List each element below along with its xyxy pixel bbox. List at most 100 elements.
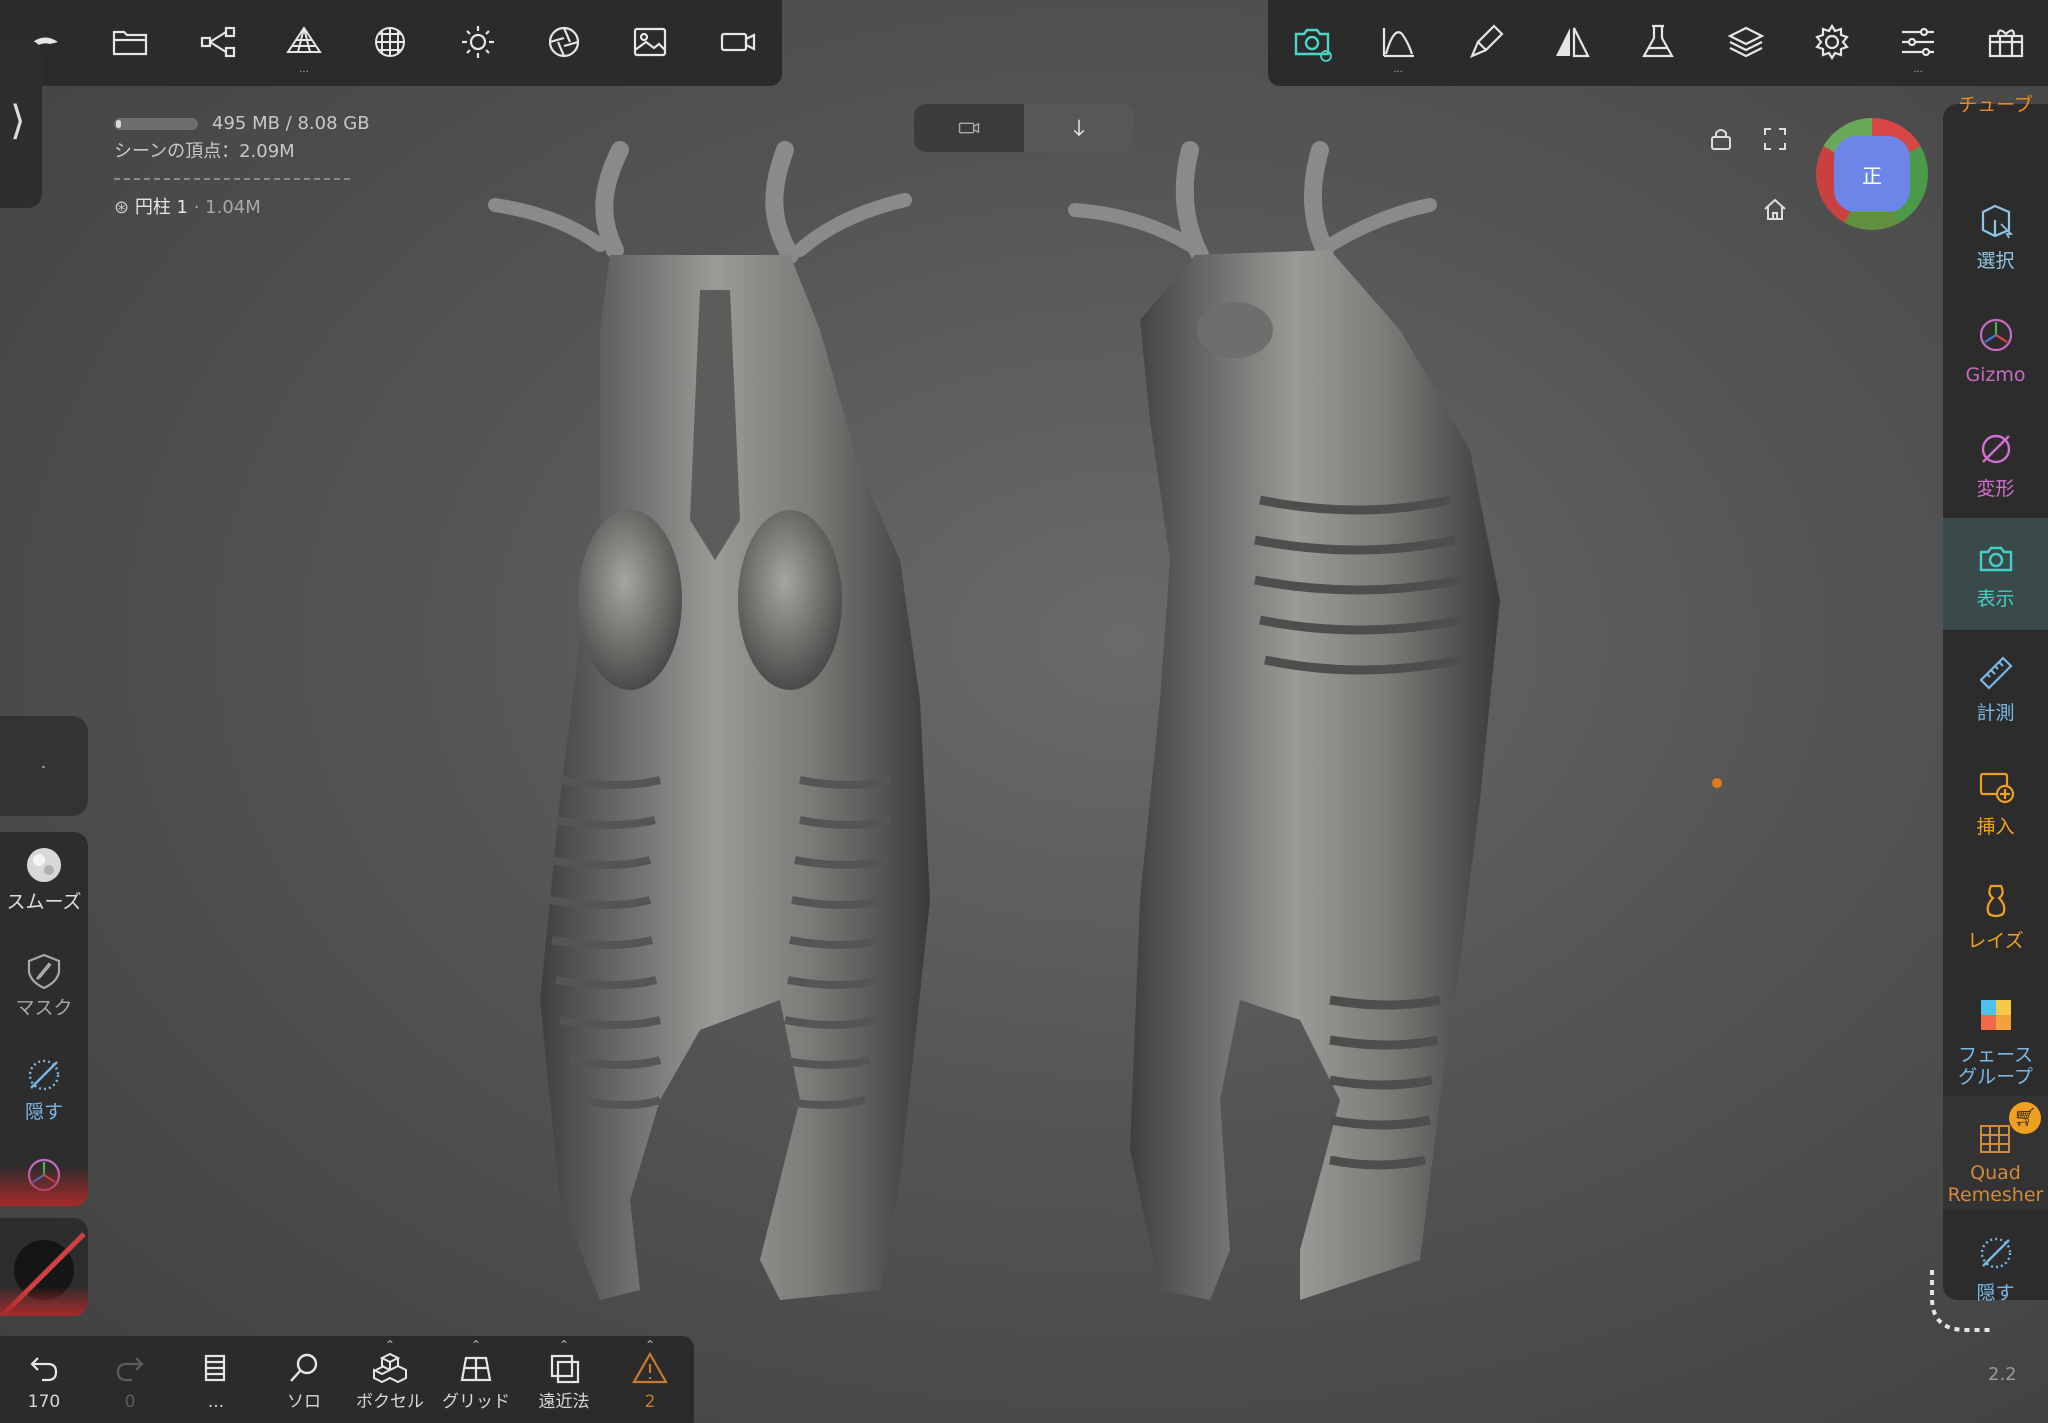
search-icon xyxy=(290,1353,318,1382)
sidebar-item-select[interactable]: 選択 xyxy=(1943,180,2048,292)
swipe-gesture-icon xyxy=(1930,1270,1994,1332)
sculpt-model-side[interactable] xyxy=(1068,141,1500,1300)
lathe-icon xyxy=(1986,884,2006,918)
gear-icon[interactable] xyxy=(1810,20,1854,64)
symmetry-icon[interactable] xyxy=(1550,20,1594,64)
pivot-marker xyxy=(1712,778,1722,788)
view-camera-icon xyxy=(1979,546,2013,572)
sidebar-item-facegroup[interactable]: フェースグループ xyxy=(1943,974,2048,1094)
sidebar-item-gizmo[interactable]: Gizmo xyxy=(1943,294,2048,406)
object-row[interactable]: ⊛ 円柱 1 · 1.04M xyxy=(114,194,370,222)
tool-label: 隠す xyxy=(24,1101,63,1123)
sidebar-item-label: チューブ xyxy=(1958,94,2033,116)
scene-stats: 495 MB / 8.08 GB シーンの頂点：2.09M ⊛ 円柱 1 · 1… xyxy=(114,110,370,222)
undo-count: 170 xyxy=(27,1392,61,1412)
sidebar-item-tube[interactable]: チューブ xyxy=(1943,64,2048,154)
undo-button[interactable]: 170 xyxy=(4,1350,84,1412)
voxel-label: ボクセル xyxy=(356,1392,424,1412)
hide-icon xyxy=(28,1059,60,1091)
object-vertices: · 1.04M xyxy=(188,197,261,218)
solo-label: ソロ xyxy=(287,1392,321,1412)
cart-icon: 🛒︎ xyxy=(2009,1102,2041,1134)
home-icon[interactable] xyxy=(1760,194,1790,224)
gizmo-icon xyxy=(1979,318,2013,352)
redo-button[interactable]: 0 xyxy=(90,1350,170,1412)
select-icon xyxy=(1981,204,2014,239)
memory-bar xyxy=(114,118,198,130)
memory-usage: 495 MB / 8.08 GB xyxy=(212,113,370,134)
warning-button[interactable]: ⌃ 2 xyxy=(610,1338,690,1412)
right-sidebar: チューブ 選択 Gizmo 変形 表示 計測 挿入 レイズ フェースグループ 🛒… xyxy=(1943,94,2048,1304)
left-toolbar: スムーズ マスク 隠す xyxy=(0,832,88,1206)
tool-smooth[interactable]: スムーズ xyxy=(0,844,88,914)
material-swatch[interactable] xyxy=(0,1218,88,1316)
bottom-toolbar: 170 0 ... ソロ ⌃ ボクセル ⌃ グリッド ⌃ 遠近法 ⌃ 2 xyxy=(0,1336,694,1423)
topology-icon[interactable]: ··· xyxy=(282,20,326,78)
sidebar-item-label: Gizmo xyxy=(1965,364,2026,386)
sidebar-item-measure[interactable]: 計測 xyxy=(1943,632,2048,744)
sidebar-item-insert[interactable]: 挿入 xyxy=(1943,746,2048,858)
share-icon[interactable] xyxy=(196,20,240,64)
tool-label: スムーズ xyxy=(6,891,82,913)
sliders-icon[interactable]: ··· xyxy=(1896,20,1940,78)
camera-mode-toggle xyxy=(914,104,1134,152)
transform-icon xyxy=(1981,434,2011,464)
voxel-button[interactable]: ⌃ ボクセル xyxy=(350,1338,430,1412)
curve-icon[interactable]: ··· xyxy=(1376,20,1420,78)
camera-icon[interactable] xyxy=(1290,20,1334,64)
mask-icon xyxy=(27,953,61,990)
sidebar-item-transform[interactable]: 変形 xyxy=(1943,408,2048,520)
slot-dot xyxy=(42,766,45,768)
solo-button[interactable]: ソロ xyxy=(264,1350,344,1412)
tool-mask[interactable]: マスク xyxy=(0,950,88,1020)
brush-icon[interactable] xyxy=(1464,20,1508,64)
sidebar-item-label: 表示 xyxy=(1976,588,2015,610)
insert-icon xyxy=(1979,772,2015,804)
sphere-grid-icon[interactable] xyxy=(368,20,412,64)
grid-button[interactable]: ⌃ グリッド xyxy=(436,1338,516,1412)
left-tool-slot[interactable] xyxy=(0,716,88,816)
sidebar-item-label: 変形 xyxy=(1976,478,2015,500)
voxel-icon xyxy=(373,1352,407,1384)
down-arrow-icon xyxy=(1073,119,1085,137)
sun-icon[interactable] xyxy=(456,20,500,64)
redo-count: 0 xyxy=(124,1392,136,1412)
smooth-icon xyxy=(27,848,61,882)
perspective-label: 遠近法 xyxy=(538,1392,590,1412)
book-icon xyxy=(204,1354,226,1382)
video-segment[interactable] xyxy=(914,104,1024,152)
sculpt-model-front[interactable] xyxy=(488,141,930,1300)
image-icon[interactable] xyxy=(628,20,672,64)
caret-up-icon: ⌃ xyxy=(384,1338,396,1352)
ruler-icon xyxy=(1979,656,2013,690)
tool-hide[interactable]: 隠す xyxy=(0,1054,88,1124)
caret-up-icon: ⌃ xyxy=(644,1338,656,1352)
history-button[interactable]: ... xyxy=(176,1350,256,1412)
stats-divider xyxy=(114,178,350,180)
warning-count: 2 xyxy=(644,1392,656,1412)
download-segment[interactable] xyxy=(1024,104,1134,152)
perspective-icon xyxy=(550,1354,580,1384)
sidebar-item-quad-remesher[interactable]: 🛒︎ Quad Remesher xyxy=(1943,1096,2048,1210)
app-version: 2.2 xyxy=(1988,1364,2017,1385)
lock-icon[interactable] xyxy=(1706,124,1736,154)
fullscreen-icon[interactable] xyxy=(1760,124,1790,154)
active-indicator xyxy=(0,1286,88,1316)
sidebar-item-label: 選択 xyxy=(1976,250,2015,272)
caret-up-icon: ⌃ xyxy=(558,1338,570,1352)
video-icon[interactable] xyxy=(716,20,760,64)
view-cube[interactable]: 正 xyxy=(1816,118,1928,230)
gift-icon[interactable] xyxy=(1984,20,2028,64)
left-drawer-toggle[interactable]: ⟩ xyxy=(0,40,42,208)
flask-icon[interactable] xyxy=(1636,20,1680,64)
folder-icon[interactable] xyxy=(108,20,152,64)
aperture-icon[interactable] xyxy=(542,20,586,64)
sidebar-item-view[interactable]: 表示 xyxy=(1943,518,2048,630)
layers-icon[interactable] xyxy=(1724,20,1768,64)
perspective-button[interactable]: ⌃ 遠近法 xyxy=(524,1338,604,1412)
sidebar-item-label: 挿入 xyxy=(1976,816,2015,838)
view-cube-front-face[interactable]: 正 xyxy=(1834,136,1910,212)
video-icon xyxy=(958,122,980,134)
sidebar-item-lathe[interactable]: レイズ xyxy=(1943,860,2048,972)
top-toolbar-left: ··· xyxy=(0,0,782,86)
